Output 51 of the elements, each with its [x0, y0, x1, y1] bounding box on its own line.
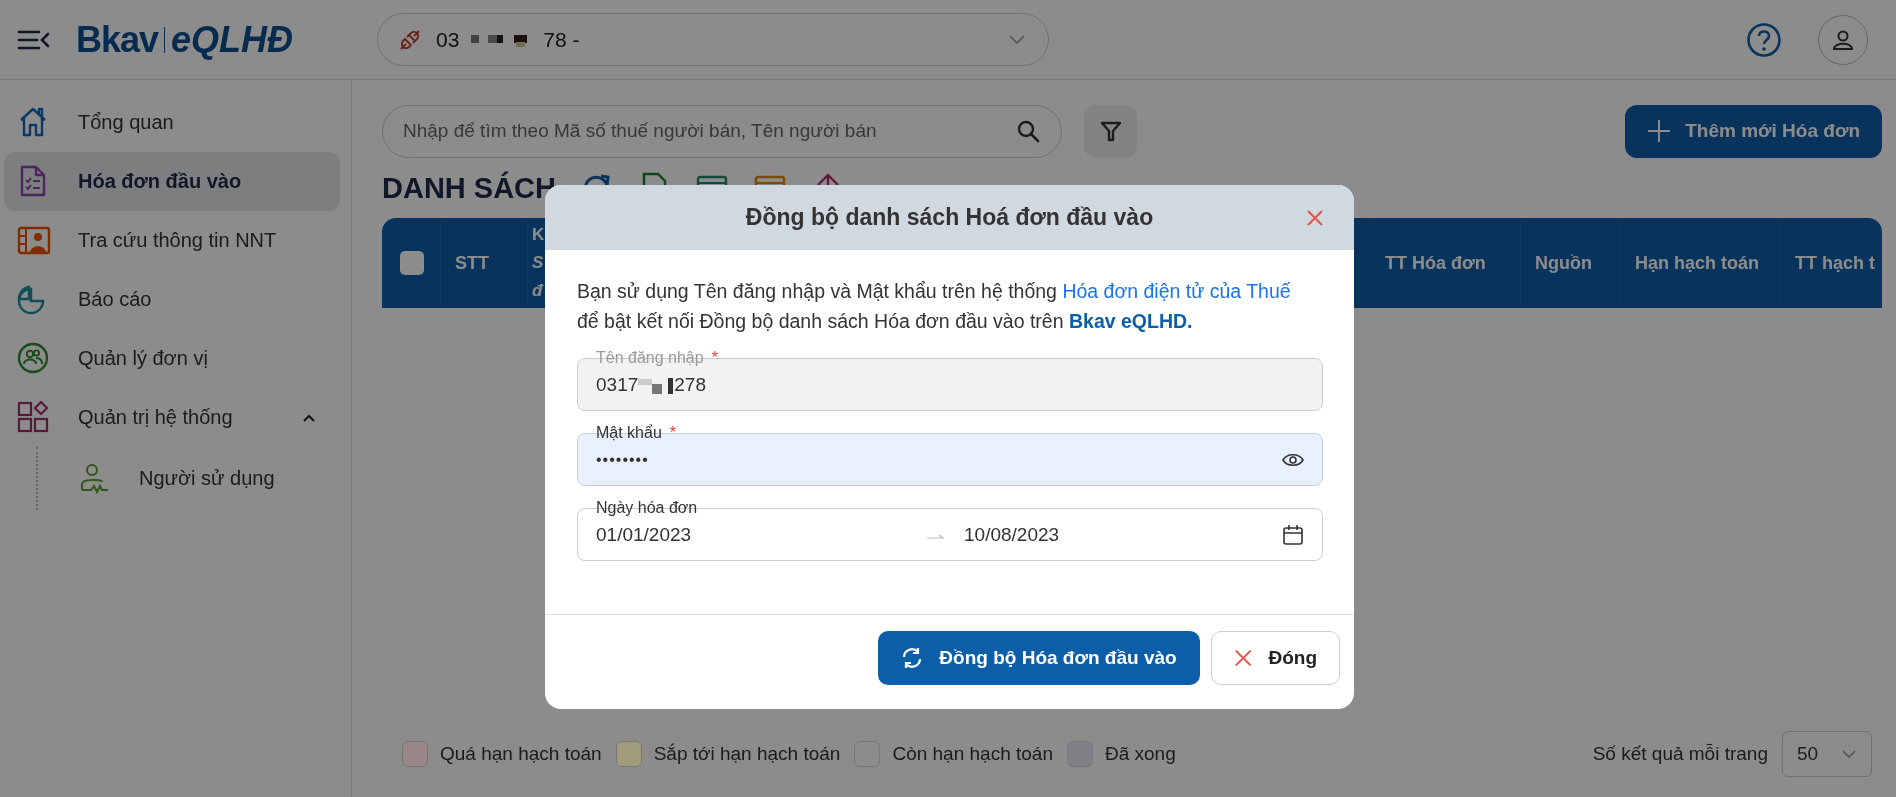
tax-portal-link[interactable]: Hóa đơn điện tử của Thuế: [1062, 280, 1291, 302]
company-code: 78 -: [543, 27, 580, 52]
legend-label: Quá hạn hạch toán: [440, 743, 602, 765]
close-icon: [1234, 648, 1253, 668]
menu-collapse-icon[interactable]: [17, 28, 51, 51]
legend-label: Đã xong: [1105, 743, 1176, 765]
plug-icon: [398, 27, 422, 52]
close-icon[interactable]: [1306, 209, 1324, 227]
chevron-down-icon: [1841, 749, 1857, 759]
filter-icon: [1098, 119, 1123, 143]
select-all-checkbox[interactable]: [400, 251, 424, 275]
sidebar-item[interactable]: Tra cứu thông tin NNT: [4, 211, 340, 270]
column-header: TT hạch t: [1795, 252, 1875, 274]
column-header: STT: [455, 252, 489, 274]
search-field[interactable]: Nhập để tìm theo Mã số thuế người bán, Tên người bán: [382, 104, 1062, 158]
page-size-label: Số kết quả mỗi trang: [1592, 743, 1768, 765]
chevron-up-icon[interactable]: [302, 412, 316, 423]
sync-button[interactable]: Đồng bộ Hóa đơn đầu vào: [878, 631, 1200, 685]
page-size-select[interactable]: 50: [1782, 731, 1872, 777]
logo-text: eQLHĐ: [171, 18, 294, 61]
calendar-icon[interactable]: [1282, 523, 1304, 546]
filter-button[interactable]: [1084, 104, 1137, 158]
column-header: đ: [532, 280, 543, 302]
column-header: TT Hóa đơn: [1385, 252, 1486, 274]
people-icon: [17, 341, 51, 376]
sidebar-item[interactable]: Hóa đơn đầu vào: [4, 152, 340, 211]
sidebar-item[interactable]: Quản lý đơn vị: [4, 329, 340, 388]
column-header: S: [532, 252, 544, 274]
redaction-mark-drawing: [638, 375, 675, 394]
column-header: K: [532, 224, 545, 246]
apps-grid-icon: [17, 400, 51, 435]
dialog-title: Đồng bộ danh sách Hoá đơn đầu vào: [745, 204, 1154, 231]
sync-icon: [901, 647, 924, 669]
logo-text: Bkav: [76, 18, 159, 61]
close-button[interactable]: Đóng: [1211, 631, 1340, 685]
eye-icon[interactable]: [1282, 451, 1304, 468]
help-icon[interactable]: [1746, 21, 1782, 58]
company-code: 03: [436, 27, 460, 52]
sidebar-item[interactable]: Người sử dụng: [38, 449, 338, 508]
plus-icon: [1647, 119, 1672, 143]
add-invoice-button[interactable]: Thêm mới Hóa đơn: [1625, 104, 1882, 158]
sidebar-item[interactable]: Quản trị hệ thống: [4, 388, 340, 447]
column-header: Nguồn: [1535, 252, 1592, 274]
search-icon[interactable]: [1016, 118, 1040, 143]
legend-label: Còn hạn hạch toán: [892, 743, 1053, 765]
column-header: Hạn hạch toán: [1635, 252, 1759, 274]
chevron-down-icon: [1008, 33, 1026, 46]
sidebar-item[interactable]: Tổng quan: [4, 93, 340, 152]
intro-text: Bạn sử dụng Tên đăng nhập và Mật khẩu trên hệ thống Hóa đơn điện tử của Thuế để bật kết nối Đồng bộ danh sách Hóa đơn đầu vào trên Bkav eQLHD.: [577, 279, 1292, 334]
legend-label: Sắp tới hạn hạch toán: [653, 743, 841, 765]
sidebar-item[interactable]: Báo cáo: [4, 270, 340, 329]
